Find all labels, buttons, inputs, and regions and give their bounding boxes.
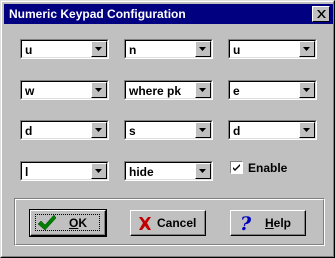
- chevron-down-icon: [95, 128, 102, 132]
- dialog-window: Numeric Keypad Configuration u n u w whe…: [0, 0, 335, 258]
- key-combo-5[interactable]: where pk: [124, 80, 213, 100]
- key-combo-1[interactable]: u: [20, 39, 109, 59]
- dropdown-button[interactable]: [195, 163, 211, 179]
- key-combo-6[interactable]: e: [228, 80, 317, 100]
- dropdown-button[interactable]: [195, 82, 211, 98]
- chevron-down-icon: [303, 47, 310, 51]
- key-combo-8[interactable]: s: [124, 120, 213, 140]
- chevron-down-icon: [199, 88, 206, 92]
- chevron-down-icon: [303, 128, 310, 132]
- button-panel: OK Cancel ? Help: [14, 198, 325, 246]
- chevron-down-icon: [95, 169, 102, 173]
- key-combo-2[interactable]: n: [124, 39, 213, 59]
- dropdown-button[interactable]: [299, 82, 315, 98]
- key-combo-value: u: [233, 43, 241, 57]
- ok-button-label: OK: [69, 216, 88, 230]
- close-icon: [317, 10, 326, 18]
- dropdown-button[interactable]: [91, 163, 107, 179]
- key-combo-value: l: [25, 165, 29, 179]
- enable-checkbox[interactable]: [230, 161, 243, 174]
- dropdown-button[interactable]: [195, 41, 211, 57]
- key-combo-value: w: [25, 84, 35, 98]
- key-combo-3[interactable]: u: [228, 39, 317, 59]
- enable-label[interactable]: Enable: [248, 161, 287, 175]
- checkmark-icon: [233, 164, 240, 171]
- key-combo-10[interactable]: l: [20, 161, 109, 181]
- chevron-down-icon: [95, 47, 102, 51]
- dropdown-button[interactable]: [91, 41, 107, 57]
- chevron-down-icon: [199, 47, 206, 51]
- x-icon: [139, 217, 151, 230]
- dropdown-button[interactable]: [195, 122, 211, 138]
- key-combo-value: s: [129, 124, 136, 138]
- chevron-down-icon: [303, 88, 310, 92]
- dropdown-button[interactable]: [91, 122, 107, 138]
- key-combo-11[interactable]: hide: [124, 161, 213, 181]
- cancel-button-label: Cancel: [157, 216, 197, 230]
- window-title: Numeric Keypad Configuration: [9, 7, 186, 21]
- help-button[interactable]: ? Help: [230, 210, 306, 236]
- key-combo-value: d: [233, 124, 241, 138]
- key-combo-value: hide: [129, 165, 154, 179]
- chevron-down-icon: [199, 128, 206, 132]
- ok-button[interactable]: OK: [29, 209, 107, 237]
- key-combo-value: u: [25, 43, 33, 57]
- cancel-button[interactable]: Cancel: [130, 210, 206, 236]
- question-mark-icon: ?: [240, 213, 252, 233]
- key-combo-7[interactable]: d: [20, 120, 109, 140]
- close-button[interactable]: [312, 6, 330, 22]
- help-button-label: Help: [265, 216, 292, 230]
- key-combo-9[interactable]: d: [228, 120, 317, 140]
- chevron-down-icon: [199, 169, 206, 173]
- chevron-down-icon: [95, 88, 102, 92]
- title-bar[interactable]: Numeric Keypad Configuration: [4, 4, 333, 24]
- dropdown-button[interactable]: [299, 122, 315, 138]
- dropdown-button[interactable]: [91, 82, 107, 98]
- checkmark-icon: [37, 214, 57, 231]
- key-combo-4[interactable]: w: [20, 80, 109, 100]
- key-combo-value: where pk: [129, 84, 182, 98]
- svg-text:?: ?: [240, 213, 252, 233]
- key-combo-value: e: [233, 84, 240, 98]
- key-combo-value: d: [25, 124, 33, 138]
- key-combo-value: n: [129, 43, 137, 57]
- dropdown-button[interactable]: [299, 41, 315, 57]
